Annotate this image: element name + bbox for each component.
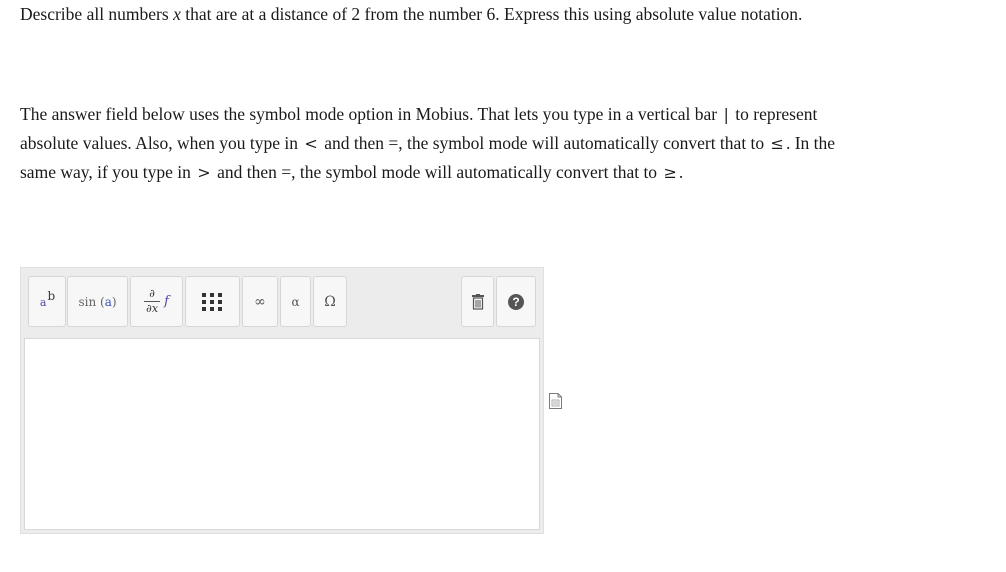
variable-x: x	[173, 4, 181, 24]
vertical-bar-symbol: |	[723, 105, 729, 124]
editor-toolbar: ab sin (a) ∂ ∂x f ∞ α Ω ?	[21, 268, 543, 338]
math-editor: ab sin (a) ∂ ∂x f ∞ α Ω ?	[20, 267, 544, 534]
superscript-icon: ab	[39, 288, 56, 309]
help-button[interactable]: ?	[496, 276, 536, 327]
alpha-icon: α	[291, 294, 300, 309]
greater-equal-symbol: ≥	[663, 163, 677, 182]
trash-icon	[471, 293, 484, 310]
derivative-button[interactable]: ∂ ∂x f	[130, 276, 183, 327]
infinity-button[interactable]: ∞	[242, 276, 278, 327]
clear-button[interactable]	[461, 276, 494, 327]
less-equal-symbol: ≤	[770, 134, 784, 153]
alpha-button[interactable]: α	[280, 276, 311, 327]
sin-function-button[interactable]: sin (a)	[67, 276, 128, 327]
greater-than-symbol: >	[197, 163, 211, 182]
sin-icon: sin (a)	[78, 294, 117, 309]
document-icon[interactable]	[549, 393, 562, 409]
answer-input[interactable]	[24, 338, 540, 530]
omega-icon: Ω	[324, 293, 336, 310]
superscript-button[interactable]: ab	[28, 276, 66, 327]
matrix-button[interactable]	[185, 276, 240, 327]
help-icon: ?	[508, 293, 524, 310]
matrix-icon	[202, 292, 223, 311]
omega-button[interactable]: Ω	[313, 276, 347, 327]
question-text: Describe all numbers x that are at a dis…	[20, 4, 803, 24]
partial-derivative-icon: ∂ ∂x f	[144, 288, 169, 315]
infinity-icon: ∞	[254, 293, 266, 310]
less-than-symbol: <	[304, 134, 318, 153]
instructions-text: The answer field below uses the symbol m…	[20, 104, 836, 182]
